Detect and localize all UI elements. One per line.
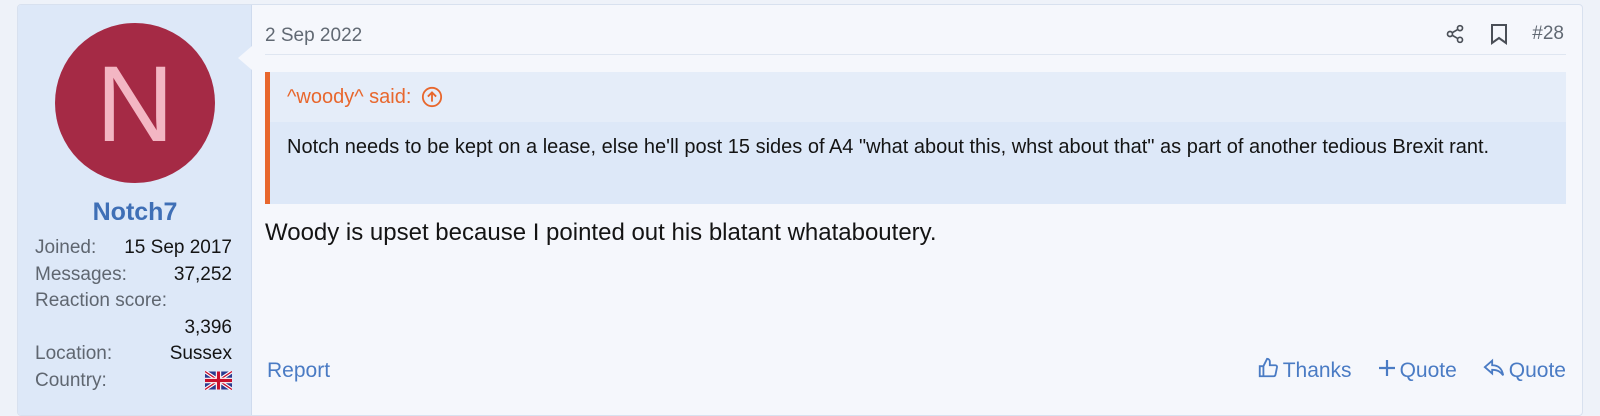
stat-label: Reaction score: — [35, 290, 168, 312]
quote-author[interactable]: ^woody^ said: — [287, 86, 411, 109]
username[interactable]: Notch7 — [18, 198, 252, 227]
multiquote-button[interactable]: Quote — [1378, 359, 1457, 383]
bookmark-icon[interactable] — [1488, 23, 1510, 45]
post-header-actions: #28 — [1422, 23, 1564, 45]
forum-post: N Notch7 Joined: 15 Sep 2017 Messages: 3… — [17, 4, 1583, 416]
multiquote-label: Quote — [1399, 359, 1457, 382]
stat-reaction-value-row: 3,396 — [35, 315, 232, 342]
thanks-button[interactable]: Thanks — [1257, 357, 1352, 385]
quote-attribution[interactable]: ^woody^ said: — [270, 72, 1566, 122]
stat-label: Country: — [35, 369, 107, 391]
thumbs-up-icon — [1257, 357, 1283, 385]
user-sidebar: N Notch7 Joined: 15 Sep 2017 Messages: 3… — [18, 5, 252, 415]
stat-value: 3,396 — [184, 316, 232, 338]
quote-text: Notch needs to be kept on a lease, else … — [287, 136, 1490, 158]
reply-quote-button[interactable]: Quote — [1483, 357, 1566, 385]
user-stats: Joined: 15 Sep 2017 Messages: 37,252 Rea… — [35, 235, 233, 395]
thanks-label: Thanks — [1282, 359, 1352, 382]
arrow-up-circle-icon[interactable] — [421, 86, 443, 108]
uk-flag-icon — [204, 370, 233, 392]
post-footer: Report Thanks Quote Quote — [265, 355, 1566, 387]
header-divider — [265, 54, 1566, 55]
quote-block: ^woody^ said: Notch needs to be kept on … — [265, 72, 1566, 204]
stat-value: 15 Sep 2017 — [124, 237, 232, 259]
sidebar-pointer — [238, 46, 252, 70]
stat-location: Location: Sussex — [35, 341, 232, 368]
plus-icon — [1378, 359, 1400, 383]
report-link[interactable]: Report — [267, 359, 330, 383]
avatar[interactable]: N — [55, 23, 215, 183]
stat-label: Joined: — [35, 237, 97, 259]
stat-messages: Messages: 37,252 — [35, 262, 232, 289]
post-date[interactable]: 2 Sep 2022 — [265, 25, 362, 47]
stat-label: Messages: — [35, 263, 127, 285]
post-number[interactable]: #28 — [1532, 23, 1564, 45]
reply-icon — [1483, 357, 1509, 385]
stat-joined: Joined: 15 Sep 2017 — [35, 235, 232, 262]
stat-reaction-label-row: Reaction score: — [35, 288, 232, 315]
share-icon[interactable] — [1444, 23, 1466, 45]
avatar-letter: N — [96, 43, 174, 164]
stat-country: Country: — [35, 368, 233, 395]
stat-value[interactable]: Sussex — [170, 343, 232, 365]
reply-quote-label: Quote — [1508, 359, 1566, 382]
stat-value[interactable]: 37,252 — [174, 264, 232, 286]
post-main: 2 Sep 2022 #28 ^woody^ said: Notch needs… — [265, 5, 1582, 415]
post-message: Woody is upset because I pointed out his… — [265, 219, 937, 246]
stat-label: Location: — [35, 343, 113, 365]
